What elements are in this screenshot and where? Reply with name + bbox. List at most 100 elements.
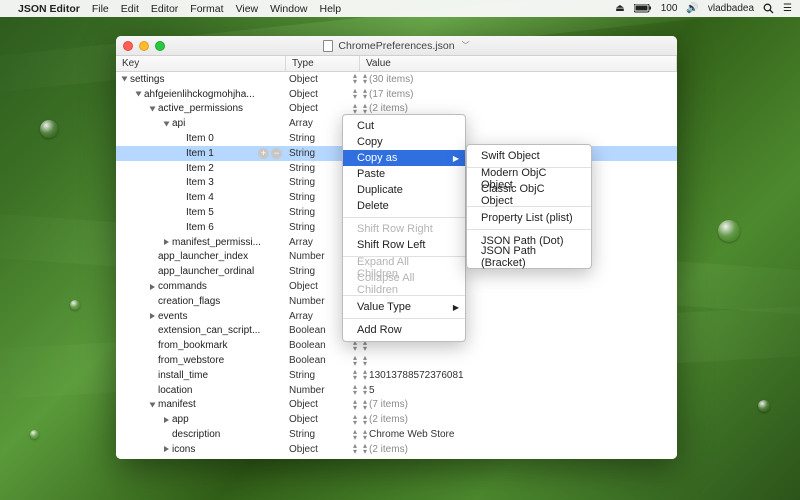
row-add-button[interactable]: + <box>258 148 269 159</box>
row-type: String <box>289 370 315 381</box>
row-key: app_launcher_index <box>158 251 248 262</box>
menu-item[interactable]: Swift Object <box>467 148 591 164</box>
value-stepper-icon[interactable]: ▴▾ <box>363 88 366 100</box>
type-stepper-icon[interactable]: ▴▾ <box>353 399 356 411</box>
context-menu[interactable]: CutCopyCopy as▶PasteDuplicateDelete Shift… <box>342 114 466 342</box>
menu-help[interactable]: Help <box>320 3 342 15</box>
disclosure-triangle-icon[interactable] <box>150 402 156 407</box>
type-stepper-icon[interactable]: ▴▾ <box>353 443 356 455</box>
window-close-button[interactable] <box>123 41 133 51</box>
notification-center-icon[interactable]: ☰ <box>783 3 792 14</box>
row-key: events <box>158 311 187 322</box>
row-type: Object <box>289 89 318 100</box>
status-battery-icon[interactable] <box>634 3 652 14</box>
type-stepper-icon[interactable]: ▴▾ <box>353 384 356 396</box>
disclosure-triangle-icon[interactable] <box>164 121 170 126</box>
status-battery-pct: 100 <box>661 3 678 14</box>
value-stepper-icon[interactable]: ▴▾ <box>363 414 366 426</box>
disclosure-triangle-icon[interactable] <box>150 106 156 111</box>
type-stepper-icon[interactable]: ▴▾ <box>353 88 356 100</box>
tree-row[interactable]: iconsObject▴▾▴▾(2 items) <box>116 442 677 457</box>
value-stepper-icon[interactable]: ▴▾ <box>363 369 366 381</box>
tree-row[interactable]: appObject▴▾▴▾(2 items) <box>116 412 677 427</box>
tree-row[interactable]: from_webstoreBoolean▴▾▴▾ <box>116 353 677 368</box>
menu-file[interactable]: File <box>92 3 109 15</box>
menu-edit[interactable]: Edit <box>121 3 139 15</box>
menu-item[interactable]: Cut <box>343 118 465 134</box>
row-key: app <box>172 414 189 425</box>
disclosure-triangle-icon[interactable] <box>150 284 155 290</box>
type-stepper-icon[interactable]: ▴▾ <box>353 369 356 381</box>
type-stepper-icon[interactable]: ▴▾ <box>353 429 356 441</box>
disclosure-triangle-icon[interactable] <box>136 92 142 97</box>
menu-item[interactable]: Delete <box>343 198 465 214</box>
row-key: Item 0 <box>186 133 214 144</box>
row-remove-button[interactable]: − <box>271 148 282 159</box>
context-submenu-copy-as[interactable]: Swift ObjectModern ObjC ObjectClassic Ob… <box>466 144 592 269</box>
column-value[interactable]: Value <box>360 56 677 71</box>
row-key: install_time <box>158 370 208 381</box>
value-stepper-icon[interactable]: ▴▾ <box>363 384 366 396</box>
column-key[interactable]: Key <box>116 56 286 71</box>
row-key: from_webstore <box>158 355 224 366</box>
type-stepper-icon[interactable]: ▴▾ <box>353 73 356 85</box>
tree-row[interactable]: settingsObject▴▾▴▾(30 items) <box>116 72 677 87</box>
menu-item[interactable]: Value Type▶ <box>343 299 465 315</box>
status-wifi-icon[interactable]: ⏏ <box>615 3 624 14</box>
tree-row[interactable]: locationNumber▴▾▴▾5 <box>116 383 677 398</box>
tree-row[interactable]: ahfgeienlihckogmohjha...Object▴▾▴▾(17 it… <box>116 87 677 102</box>
submenu-arrow-icon: ▶ <box>453 154 459 163</box>
disclosure-triangle-icon[interactable] <box>164 239 169 245</box>
value-stepper-icon[interactable]: ▴▾ <box>363 355 366 367</box>
menu-editor[interactable]: Editor <box>151 3 178 15</box>
value-stepper-icon[interactable]: ▴▾ <box>363 73 366 85</box>
row-type: Object <box>289 74 318 85</box>
row-type: Object <box>289 414 318 425</box>
row-type: String <box>289 222 315 233</box>
menu-item[interactable]: Copy <box>343 134 465 150</box>
value-stepper-icon[interactable]: ▴▾ <box>363 399 366 411</box>
row-value: (2 items) <box>369 103 408 114</box>
row-value: Chrome Web Store <box>369 429 454 440</box>
type-stepper-icon[interactable]: ▴▾ <box>353 355 356 367</box>
menu-item[interactable]: Add Row <box>343 322 465 338</box>
value-stepper-icon[interactable]: ▴▾ <box>363 429 366 441</box>
disclosure-triangle-icon[interactable] <box>150 313 155 319</box>
spotlight-icon[interactable] <box>763 3 774 14</box>
menu-view[interactable]: View <box>236 3 259 15</box>
status-user[interactable]: vladbadea <box>708 3 754 14</box>
window-minimize-button[interactable] <box>139 41 149 51</box>
menu-item[interactable]: Shift Row Left <box>343 237 465 253</box>
menu-item[interactable]: Property List (plist) <box>467 210 591 226</box>
type-stepper-icon[interactable]: ▴▾ <box>353 414 356 426</box>
row-type: Boolean <box>289 325 326 336</box>
title-dropdown-icon[interactable]: ﹀ <box>462 40 470 51</box>
row-key: location <box>158 385 192 396</box>
menu-item[interactable]: JSON Path (Bracket) <box>467 249 591 265</box>
column-type[interactable]: Type <box>286 56 360 71</box>
disclosure-triangle-icon[interactable] <box>164 417 169 423</box>
row-key: ahfgeienlihckogmohjha... <box>144 89 255 100</box>
menu-item[interactable]: Duplicate <box>343 182 465 198</box>
column-headers: Key Type Value <box>116 56 677 72</box>
menu-item[interactable]: Classic ObjC Object <box>467 187 591 203</box>
status-volume-icon[interactable]: 🔊 <box>686 3 698 14</box>
menu-item[interactable]: Paste <box>343 166 465 182</box>
row-type: Number <box>289 251 325 262</box>
menu-window[interactable]: Window <box>270 3 307 15</box>
row-value: (30 items) <box>369 74 413 85</box>
disclosure-triangle-icon[interactable] <box>164 446 169 452</box>
titlebar[interactable]: ChromePreferences.json ﹀ <box>116 36 677 56</box>
menu-format[interactable]: Format <box>190 3 223 15</box>
submenu-arrow-icon: ▶ <box>453 303 459 312</box>
row-key: creation_flags <box>158 296 220 307</box>
row-key: icons <box>172 444 195 455</box>
window-zoom-button[interactable] <box>155 41 165 51</box>
app-name[interactable]: JSON Editor <box>18 3 80 15</box>
tree-row[interactable]: manifestObject▴▾▴▾(7 items) <box>116 398 677 413</box>
menu-item[interactable]: Copy as▶ <box>343 150 465 166</box>
tree-row[interactable]: descriptionString▴▾▴▾Chrome Web Store <box>116 427 677 442</box>
value-stepper-icon[interactable]: ▴▾ <box>363 443 366 455</box>
tree-row[interactable]: install_timeString▴▾▴▾13013788572376081 <box>116 368 677 383</box>
disclosure-triangle-icon[interactable] <box>122 77 128 82</box>
